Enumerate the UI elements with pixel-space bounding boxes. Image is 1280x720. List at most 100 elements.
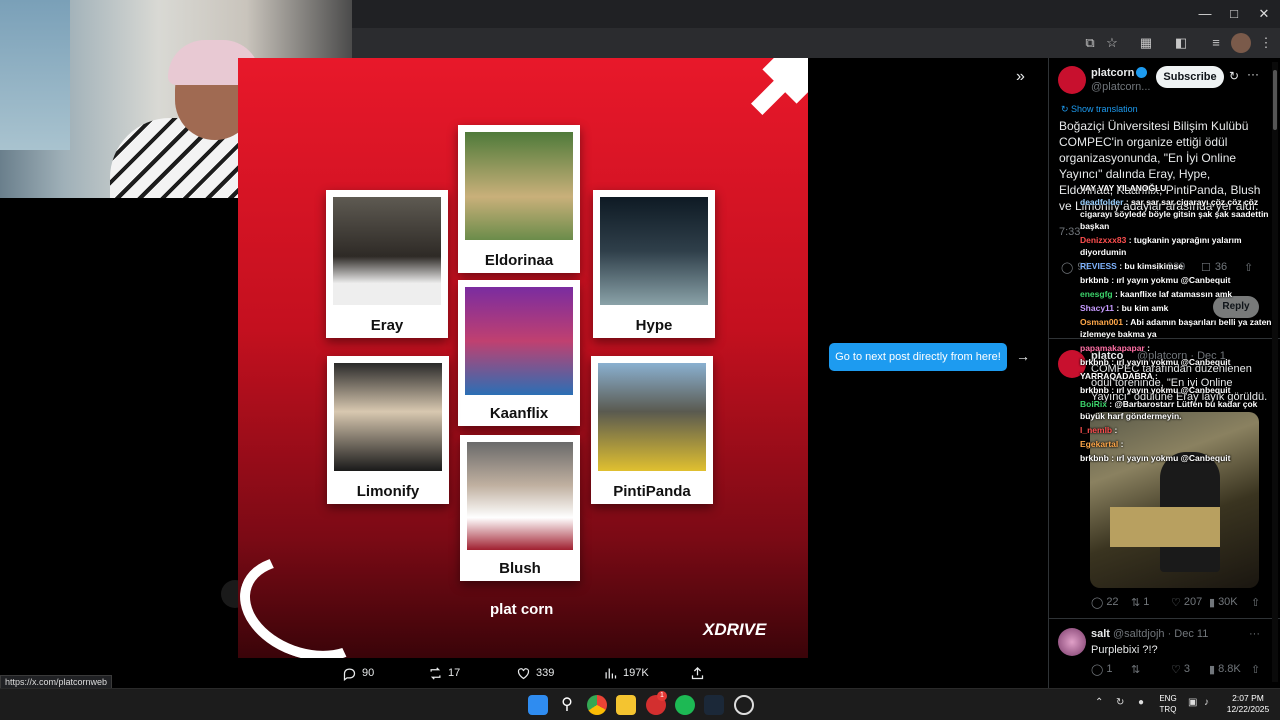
reply-action[interactable]: 90	[342, 664, 374, 682]
close-icon[interactable]: ✕	[1249, 4, 1279, 24]
sync-icon[interactable]: ↻	[1116, 697, 1124, 708]
chat-username[interactable]: papamakapapar	[1080, 343, 1145, 353]
polaroid-eray: Eray	[326, 190, 448, 338]
share-action[interactable]	[690, 664, 705, 682]
chat-username[interactable]: enesgfg	[1080, 289, 1113, 299]
show-translation-link[interactable]: ↻ Show translation	[1061, 104, 1138, 115]
repost-count: 17	[448, 667, 461, 679]
reading-list-icon[interactable]: ≡	[1206, 33, 1226, 53]
chat-username[interactable]: Shacy11	[1080, 303, 1114, 313]
photo-hype	[600, 197, 708, 305]
sidebar-panel-icon[interactable]: ◧	[1171, 33, 1191, 53]
post-image[interactable]: Eldorinaa Eray Hype Kaanflix Limonify Pi…	[238, 58, 808, 658]
media-viewer-backdrop	[0, 198, 238, 688]
repost-action[interactable]: 17	[428, 664, 460, 682]
chat-text: : ırl yayın yokmu @Canbequit	[1111, 357, 1231, 367]
view-count: 197K	[623, 667, 649, 679]
chat-username[interactable]: brkbnb	[1080, 453, 1109, 463]
polaroid-kaanflix: Kaanflix	[458, 280, 580, 426]
chat-message: l_nemlb :	[1080, 424, 1275, 436]
name-label: PintiPanda	[613, 483, 691, 500]
reply-like-stat[interactable]: ♡ 3	[1171, 663, 1190, 676]
grok-icon[interactable]: ↻	[1229, 69, 1239, 83]
platcorn-logo: plat corn	[490, 601, 554, 618]
more-menu-icon[interactable]: ⋮	[1256, 33, 1276, 53]
chat-username[interactable]: Denizxxx83	[1080, 235, 1126, 245]
reply-author-name[interactable]: salt	[1091, 628, 1110, 640]
repost-icon[interactable]: ⇅	[1131, 663, 1140, 676]
share-icon	[691, 666, 704, 679]
search-icon[interactable]: ⚲	[557, 695, 577, 715]
spotify-icon[interactable]	[675, 695, 695, 715]
maximize-icon[interactable]: □	[1219, 4, 1249, 24]
chat-username[interactable]: Egekartal	[1080, 439, 1118, 449]
post2-like-stat[interactable]: ♡ 207	[1171, 596, 1202, 609]
post2-views-stat[interactable]: ▮ 30K	[1209, 596, 1238, 609]
name-label: Blush	[499, 560, 541, 577]
microphone-icon[interactable]: ●	[1138, 697, 1144, 708]
salt-avatar[interactable]	[1058, 628, 1086, 656]
chat-text: : kaanflixe laf atamassın amk	[1114, 289, 1233, 299]
obs-icon[interactable]	[734, 695, 754, 715]
minimize-icon[interactable]: —	[1190, 4, 1220, 24]
volume-icon[interactable]: ♪	[1204, 697, 1209, 708]
like-action[interactable]: 339	[516, 664, 554, 682]
display-name[interactable]: platcorn	[1091, 67, 1134, 79]
install-app-icon[interactable]: ⧉	[1080, 33, 1100, 53]
post2-repost-stat[interactable]: ⇅ 1	[1131, 596, 1149, 609]
scrollbar-thumb[interactable]	[1273, 70, 1277, 130]
like-count: 3	[1183, 663, 1190, 675]
chat-message: YARRAQADABRA :	[1080, 370, 1275, 382]
repost-icon	[430, 666, 441, 680]
share-icon[interactable]: ⇧	[1251, 663, 1260, 676]
more-options-icon[interactable]: ···	[1249, 628, 1260, 640]
chat-username[interactable]: brkbnb	[1080, 275, 1109, 285]
reply-views-stat[interactable]: ▮ 8.8K	[1209, 663, 1241, 676]
network-icon[interactable]: ▣	[1188, 697, 1197, 708]
swoosh-graphic	[238, 537, 391, 658]
name-label: Kaanflix	[489, 405, 549, 422]
chrome-icon[interactable]	[587, 695, 607, 715]
platcorn-avatar[interactable]	[1058, 66, 1086, 94]
profile-avatar[interactable]	[1231, 33, 1251, 53]
reply-icon: ◯	[1061, 262, 1074, 274]
polaroid-pintipanda: PintiPanda	[591, 356, 713, 504]
language-indicator[interactable]: ENG TRQ	[1156, 693, 1180, 715]
reply-icon: ◯	[1091, 664, 1104, 676]
chat-username[interactable]: l_nemlb	[1080, 425, 1112, 435]
post2-reply-stat[interactable]: ◯ 22	[1091, 596, 1119, 609]
chat-username[interactable]: deadfolder	[1080, 197, 1123, 207]
chat-message: VAY VAY YILANOĞLU	[1080, 182, 1275, 194]
chat-text: : @Barbarostarr Lütfen bu kadar çok büyü…	[1080, 399, 1258, 421]
arrow-right-icon[interactable]: →	[1016, 348, 1030, 364]
reply-author-handle[interactable]: @saltdjojh · Dec 11	[1113, 628, 1208, 640]
chat-username[interactable]: YARRAQADABRA	[1080, 371, 1153, 381]
views-action[interactable]: 197K	[603, 664, 649, 682]
post-time[interactable]: 7:33	[1059, 226, 1080, 238]
system-clock[interactable]: 2:07 PM 12/22/2025	[1222, 693, 1274, 715]
bookmark-star-icon[interactable]: ☆	[1102, 33, 1122, 53]
show-translation-label: Show translation	[1071, 104, 1138, 114]
chat-username[interactable]: Osman001	[1080, 317, 1123, 327]
next-post-tooltip[interactable]: Go to next post directly from here!	[829, 343, 1007, 371]
steam-icon[interactable]	[704, 695, 724, 715]
share-icon[interactable]: ⇧	[1251, 596, 1260, 609]
polaroid-blush: Blush	[460, 435, 580, 581]
chat-username[interactable]: BoiRix	[1080, 399, 1107, 409]
file-explorer-icon[interactable]	[616, 695, 636, 715]
more-options-icon[interactable]: ···	[1247, 67, 1259, 81]
collapse-sidebar-icon[interactable]: »	[1016, 68, 1036, 88]
chat-username[interactable]: brkbnb	[1080, 357, 1109, 367]
chat-username[interactable]: REVIESS	[1080, 261, 1117, 271]
handle[interactable]: @platcorn...	[1091, 81, 1150, 93]
chat-message: enesgfg : kaanflixe laf atamassın amk	[1080, 288, 1275, 300]
reply-count: 22	[1106, 596, 1119, 608]
subscribe-button[interactable]: Subscribe	[1156, 66, 1224, 88]
extensions-icon[interactable]: ▦	[1136, 33, 1156, 53]
chat-text: :	[1154, 371, 1158, 381]
show-hidden-icons-icon[interactable]: ⌃	[1095, 697, 1103, 708]
chat-username[interactable]: brkbnb	[1080, 385, 1109, 395]
webcam-window-background	[0, 0, 70, 150]
windows-start-icon[interactable]	[528, 695, 548, 715]
reply-reply-stat[interactable]: ◯ 1	[1091, 663, 1112, 676]
